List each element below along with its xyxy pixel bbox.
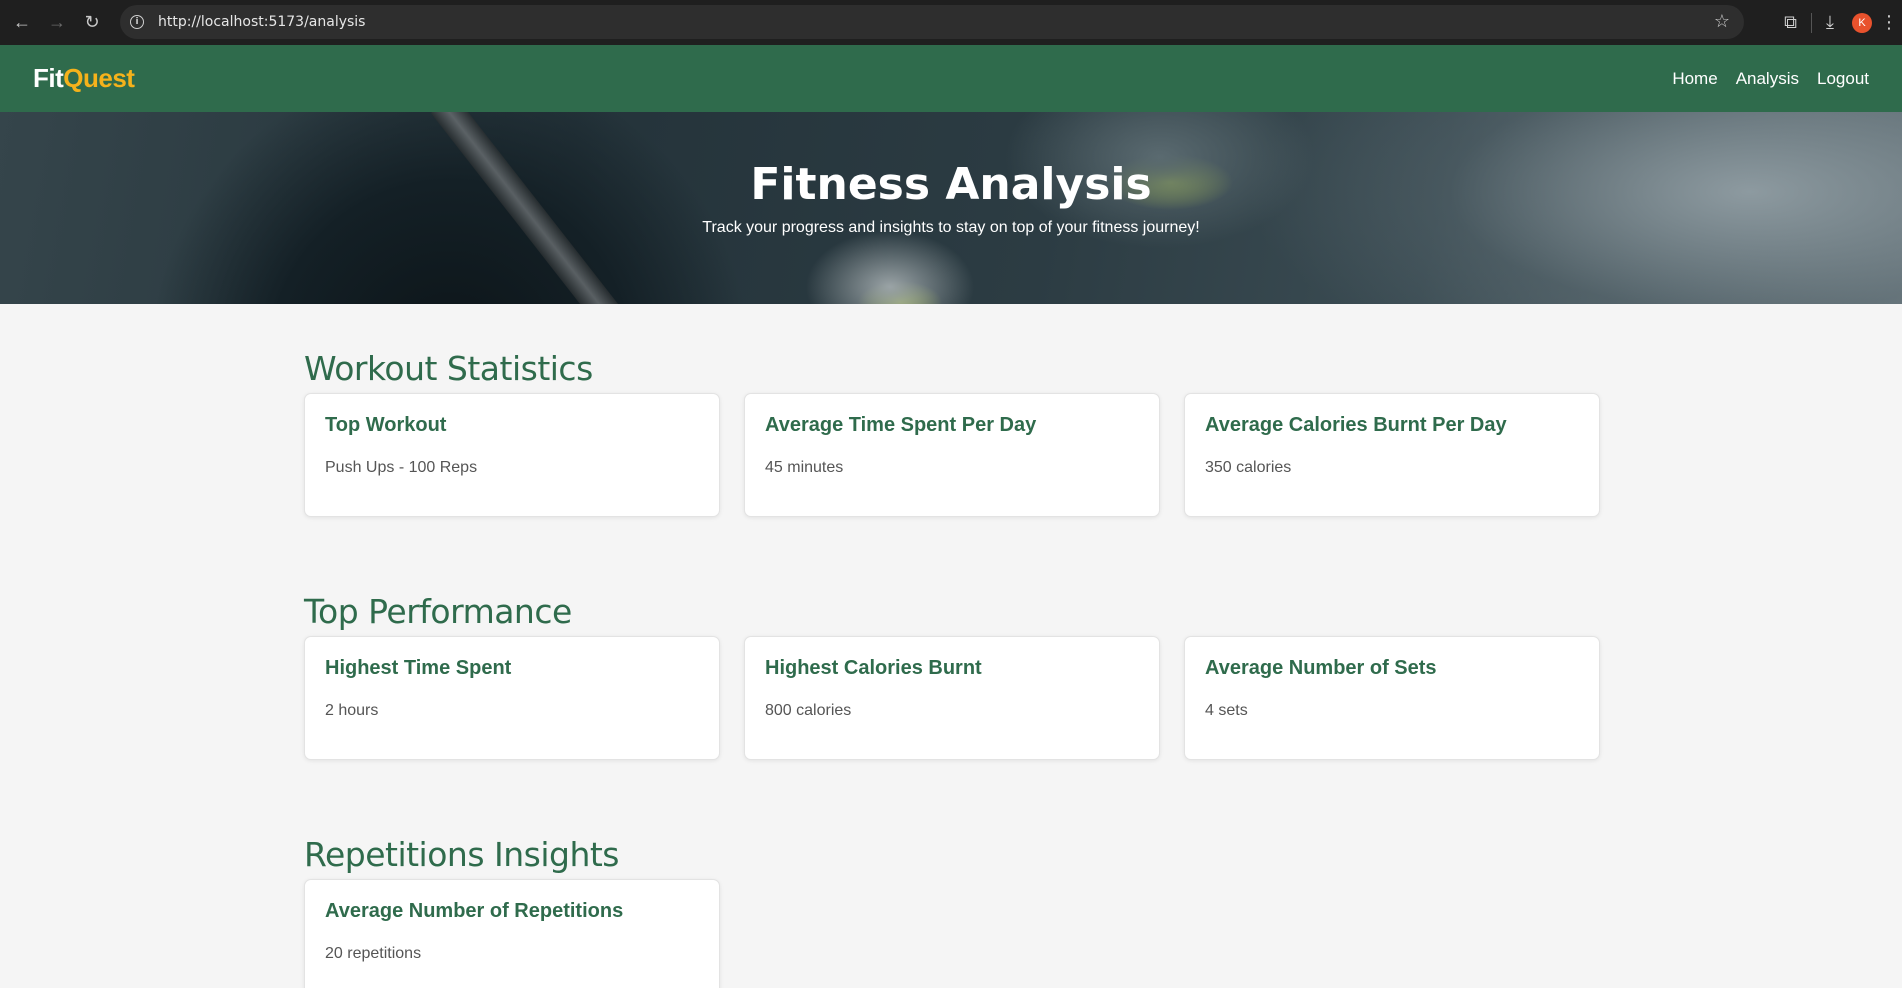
nav-link-logout[interactable]: Logout	[1817, 69, 1869, 89]
browser-actions: ⧉ ⤓ K ⋮	[1774, 0, 1902, 45]
download-icon[interactable]: ⤓	[1826, 12, 1834, 33]
card-value: 350 calories	[1205, 459, 1292, 476]
section-title: Top Performance	[304, 592, 572, 631]
card-title: Top Workout	[325, 414, 447, 436]
card-value: 20 repetitions	[325, 945, 422, 962]
app-navbar: FitQuest Home Analysis Logout	[0, 45, 1902, 112]
card-title: Average Calories Burnt Per Day	[1205, 414, 1507, 436]
browser-toolbar: ← → ↻ i http://localhost:5173/analysis ☆…	[0, 0, 1902, 45]
brand-logo[interactable]: FitQuest	[33, 63, 135, 94]
section-workout-statistics: Workout Statistics Top Workout Push Ups …	[304, 349, 1602, 517]
stat-card: Average Calories Burnt Per Day 350 calor…	[1184, 393, 1600, 517]
card-value: 800 calories	[765, 702, 852, 719]
card-title: Average Number of Sets	[1205, 657, 1437, 679]
stat-card: Highest Calories Burnt 800 calories	[744, 636, 1160, 760]
card-value: Push Ups - 100 Reps	[325, 459, 478, 476]
stat-card: Average Time Spent Per Day 45 minutes	[744, 393, 1160, 517]
menu-icon[interactable]: ⋮	[1880, 12, 1898, 33]
stat-card: Average Number of Sets 4 sets	[1184, 636, 1600, 760]
section-title: Repetitions Insights	[304, 835, 620, 874]
extensions-icon[interactable]: ⧉	[1784, 12, 1797, 33]
section-title: Workout Statistics	[304, 349, 593, 388]
brand-quest: Quest	[63, 63, 135, 93]
card-title: Highest Calories Burnt	[765, 657, 982, 679]
card-title: Average Time Spent Per Day	[765, 414, 1037, 436]
stat-card: Top Workout Push Ups - 100 Reps	[304, 393, 720, 517]
card-value: 45 minutes	[765, 459, 844, 476]
address-bar[interactable]: i http://localhost:5173/analysis ☆	[120, 5, 1744, 39]
reload-icon[interactable]: ↻	[79, 10, 105, 36]
section-repetitions-insights: Repetitions Insights Average Number of R…	[304, 835, 1602, 988]
back-icon[interactable]: ←	[9, 10, 35, 36]
page-title: Fitness Analysis	[750, 159, 1152, 210]
nav-links: Home Analysis Logout	[1654, 69, 1869, 89]
forward-icon[interactable]: →	[44, 10, 70, 36]
hero-subtitle: Track your progress and insights to stay…	[702, 219, 1200, 236]
stat-card: Highest Time Spent 2 hours	[304, 636, 720, 760]
toolbar-divider	[1811, 12, 1813, 33]
card-title: Highest Time Spent	[325, 657, 512, 679]
stat-card: Average Number of Repetitions 20 repetit…	[304, 879, 720, 988]
nav-link-home[interactable]: Home	[1672, 69, 1717, 89]
star-icon[interactable]: ☆	[1714, 11, 1730, 32]
section-top-performance: Top Performance Highest Time Spent 2 hou…	[304, 592, 1602, 760]
avatar[interactable]: K	[1852, 12, 1872, 33]
brand-fit: Fit	[33, 63, 64, 93]
nav-link-analysis[interactable]: Analysis	[1736, 69, 1799, 89]
info-icon[interactable]: i	[130, 15, 144, 29]
url-text[interactable]: http://localhost:5173/analysis	[158, 14, 365, 30]
card-title: Average Number of Repetitions	[325, 900, 624, 922]
card-value: 2 hours	[325, 702, 379, 719]
card-value: 4 sets	[1205, 702, 1248, 719]
hero-banner: Fitness Analysis Track your progress and…	[0, 112, 1902, 304]
